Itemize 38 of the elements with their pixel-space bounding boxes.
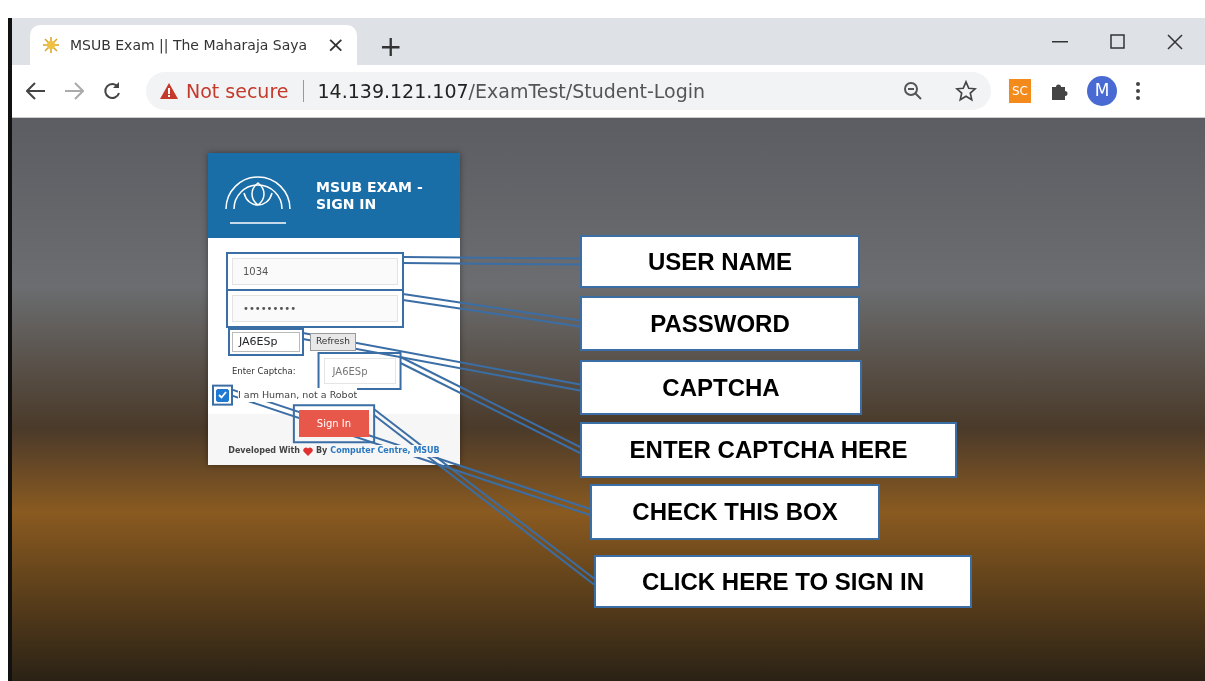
- maximize-icon[interactable]: [1110, 34, 1125, 49]
- footer-text: By: [315, 445, 328, 458]
- star-icon[interactable]: [955, 80, 977, 102]
- password-field[interactable]: •••••••••: [232, 295, 398, 322]
- callout-label: USER NAME: [580, 235, 860, 288]
- footer-link[interactable]: Computer Centre, MSUB: [330, 445, 440, 458]
- checkbox[interactable]: [216, 388, 229, 402]
- captcha-label: Enter Captcha:: [232, 364, 296, 378]
- sun-icon: [42, 36, 60, 54]
- callout-label: ENTER CAPTCHA HERE: [580, 422, 957, 478]
- profile-avatar[interactable]: M: [1087, 76, 1117, 106]
- url-text[interactable]: 14.139.121.107/ExamTest/Student-Login: [317, 76, 706, 106]
- sign-in-button[interactable]: Sign In: [298, 410, 370, 438]
- close-tab-button[interactable]: ×: [326, 34, 345, 56]
- warning-icon: [160, 83, 178, 99]
- minimize-icon[interactable]: [1052, 40, 1068, 43]
- security-status[interactable]: Not secure: [186, 76, 289, 106]
- login-title: MSUB EXAM - SIGN IN: [316, 178, 424, 213]
- browser-tab[interactable]: MSUB Exam || The Maharaja Saya ×: [30, 25, 357, 65]
- footer-text: Developed With: [228, 445, 300, 458]
- reload-icon[interactable]: [102, 81, 122, 101]
- captcha-input[interactable]: JA6ESp: [323, 358, 396, 384]
- username-field[interactable]: 1034: [232, 258, 398, 285]
- callout-label: CLICK HERE TO SIGN IN: [594, 555, 972, 608]
- zoom-out-icon[interactable]: [903, 81, 923, 101]
- menu-icon[interactable]: [1135, 81, 1141, 101]
- heart-icon: [302, 446, 313, 456]
- refresh-button[interactable]: Refresh: [310, 333, 356, 351]
- checkbox-label: I am Human, not a Robot: [238, 388, 358, 403]
- new-tab-button[interactable]: +: [379, 33, 403, 61]
- callout-label: CHECK THIS BOX: [590, 484, 880, 540]
- highlight-frame: [212, 384, 233, 406]
- close-icon[interactable]: [1167, 33, 1183, 50]
- tab-title: MSUB Exam || The Maharaja Saya: [70, 35, 309, 56]
- callout-label: CAPTCHA: [580, 360, 862, 415]
- captcha-image: JA6ESp: [232, 332, 300, 352]
- back-icon[interactable]: [26, 82, 46, 100]
- callout-label: PASSWORD: [580, 296, 860, 351]
